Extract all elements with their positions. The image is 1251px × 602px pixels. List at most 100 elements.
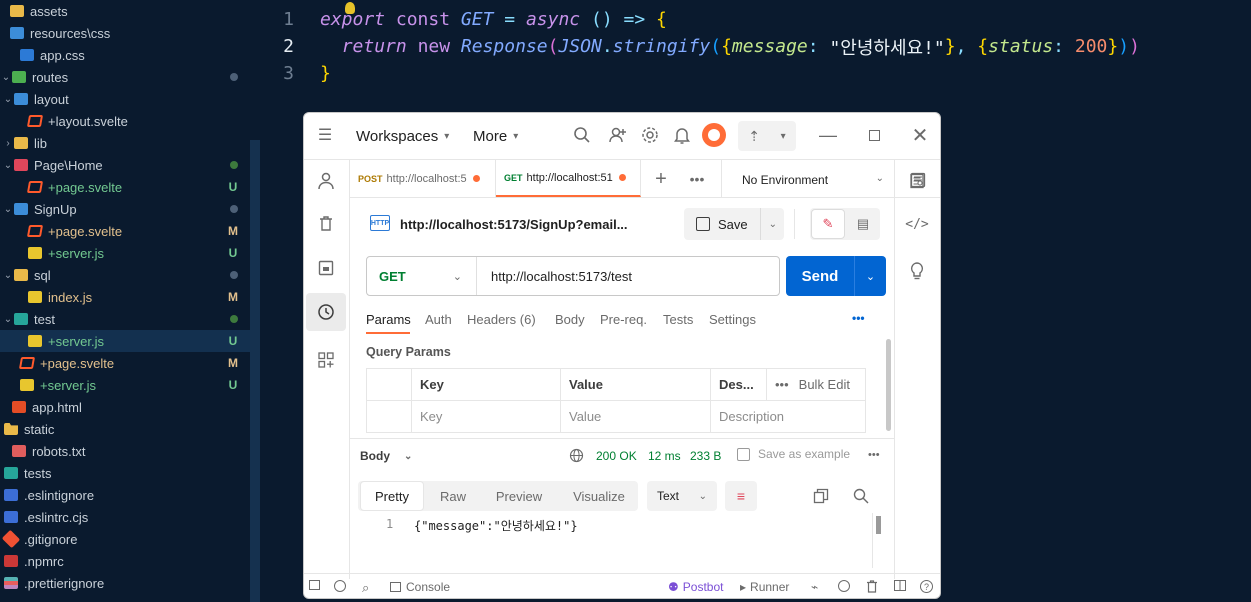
environment-selector[interactable]: No Environment ⌄: [742, 173, 884, 187]
param-description-input[interactable]: Description: [710, 400, 866, 433]
environment-quick-look-icon[interactable]: [908, 170, 928, 190]
tree-item-static[interactable]: static: [0, 418, 250, 440]
tab-body[interactable]: Body: [555, 312, 585, 327]
console-button[interactable]: Console: [390, 580, 450, 594]
menu-icon[interactable]: ☰: [316, 125, 334, 145]
user-icon[interactable]: [315, 170, 337, 192]
help-icon[interactable]: ?: [920, 580, 933, 593]
tree-item-test[interactable]: ⌄ test: [0, 308, 250, 330]
trash-icon[interactable]: [866, 580, 878, 593]
avatar[interactable]: [702, 123, 726, 147]
upgrade-button[interactable]: ⇡ ▾: [738, 121, 796, 151]
tab-prerequest[interactable]: Pre-req.: [600, 312, 647, 327]
response-status[interactable]: 200 OK: [596, 449, 637, 463]
url-input[interactable]: http://localhost:5173/test: [491, 269, 632, 284]
invite-user-icon[interactable]: [608, 125, 628, 145]
response-scrollbar[interactable]: [876, 516, 881, 534]
bulk-edit-button[interactable]: ••• Bulk Edit: [766, 368, 866, 401]
tree-item-eslintrc[interactable]: .eslintrc.cjs: [0, 506, 250, 528]
tab-post-request[interactable]: POST http://localhost:5: [350, 160, 496, 197]
online-status-icon[interactable]: [334, 580, 346, 592]
tree-item-layout-svelte[interactable]: +layout.svelte: [0, 110, 250, 132]
tree-item-layout[interactable]: ⌄ layout: [0, 88, 250, 110]
tree-item-server-js[interactable]: +server.js U: [0, 242, 250, 264]
tab-headers[interactable]: Headers (6): [467, 312, 536, 327]
cookies-icon[interactable]: [838, 580, 850, 592]
sidebar-toggle-icon[interactable]: [309, 580, 320, 590]
request-pane-scrollbar[interactable]: [886, 339, 891, 431]
bell-icon[interactable]: [672, 125, 692, 145]
tree-item-signup[interactable]: ⌄ SignUp: [0, 198, 250, 220]
tree-item-index-js[interactable]: index.js M: [0, 286, 250, 308]
tab-auth[interactable]: Auth: [425, 312, 452, 327]
tree-item-page-home[interactable]: ⌄ Page\Home: [0, 154, 250, 176]
runner-button[interactable]: ▸ Runner: [740, 580, 789, 594]
tab-get-request[interactable]: GET http://localhost:51: [496, 160, 641, 197]
postbot-button[interactable]: ⚉ Postbot: [668, 580, 723, 594]
tab-params[interactable]: Params: [366, 312, 411, 327]
save-as-example-button[interactable]: Save as example: [737, 447, 850, 461]
search-icon[interactable]: [853, 488, 869, 504]
tree-item-gitignore[interactable]: .gitignore: [0, 528, 250, 550]
tab-visualize[interactable]: Visualize: [562, 481, 636, 511]
tree-item-robots-txt[interactable]: robots.txt: [0, 440, 250, 462]
lightbulb-icon[interactable]: [345, 2, 355, 14]
tree-item-assets[interactable]: assets: [0, 0, 250, 22]
trash-icon[interactable]: [315, 213, 337, 235]
explorer-scrollbar[interactable]: [250, 140, 260, 602]
find-replace-icon[interactable]: ⌕: [362, 580, 369, 596]
more-options-icon[interactable]: •••: [868, 449, 880, 461]
history-icon[interactable]: [315, 301, 337, 323]
lightbulb-icon[interactable]: [906, 260, 928, 282]
close-icon[interactable]: ✕: [910, 125, 930, 147]
method-select[interactable]: GET ⌄: [367, 257, 477, 295]
response-time[interactable]: 12 ms: [648, 449, 681, 463]
tree-item-page-svelte[interactable]: +page.svelte M: [0, 352, 250, 374]
request-name[interactable]: http://localhost:5173/SignUp?email...: [400, 217, 628, 232]
environment-icon[interactable]: [315, 257, 337, 279]
globe-icon[interactable]: [569, 448, 584, 463]
tab-settings[interactable]: Settings: [709, 312, 756, 327]
minimize-icon[interactable]: —: [818, 125, 838, 145]
tree-item-prettierignore[interactable]: .prettierignore: [0, 572, 250, 594]
settings-gear-icon[interactable]: [640, 125, 660, 145]
tree-item-page-svelte[interactable]: +page.svelte U: [0, 176, 250, 198]
send-button[interactable]: Send ⌄: [786, 256, 886, 296]
copy-icon[interactable]: [813, 488, 829, 504]
tree-item-resources-css[interactable]: resources\css: [0, 22, 250, 44]
param-key-input[interactable]: Key: [411, 400, 561, 433]
search-icon[interactable]: [572, 125, 592, 145]
response-body-text[interactable]: {"message":"안녕하세요!"}: [414, 517, 578, 534]
workspaces-menu[interactable]: Workspaces ▾: [356, 128, 449, 145]
tree-item-server-js[interactable]: +server.js U: [0, 374, 250, 396]
tree-item-app-html[interactable]: app.html: [0, 396, 250, 418]
more-options-icon[interactable]: •••: [852, 311, 865, 325]
edit-pencil-icon[interactable]: ✎: [811, 209, 845, 239]
param-value-input[interactable]: Value: [560, 400, 711, 433]
response-format-select[interactable]: Text ⌄: [647, 481, 717, 511]
capture-icon[interactable]: ⌁: [811, 580, 818, 594]
tree-item-eslintignore[interactable]: .eslintignore: [0, 484, 250, 506]
tab-preview[interactable]: Preview: [486, 481, 552, 511]
tree-item-tests[interactable]: tests: [0, 462, 250, 484]
tree-item-sql[interactable]: ⌄ sql: [0, 264, 250, 286]
save-button[interactable]: Save ⌄: [684, 208, 784, 240]
tree-item-npmrc[interactable]: .npmrc: [0, 550, 250, 572]
response-size[interactable]: 233 B: [690, 449, 721, 463]
tree-item-page-svelte[interactable]: +page.svelte M: [0, 220, 250, 242]
new-tab-plus-icon[interactable]: +: [651, 168, 671, 190]
tree-item-app-css[interactable]: app.css: [0, 44, 250, 66]
two-pane-icon[interactable]: [894, 580, 906, 591]
tree-item-lib[interactable]: › lib: [0, 132, 250, 154]
tree-item-server-js-selected[interactable]: +server.js U: [0, 330, 250, 352]
tab-tests[interactable]: Tests: [663, 312, 693, 327]
more-menu[interactable]: More ▾: [473, 128, 518, 145]
tab-pretty[interactable]: Pretty: [360, 481, 424, 511]
code-snippet-icon[interactable]: </>: [905, 213, 928, 235]
tree-item-routes[interactable]: ⌄ routes: [0, 66, 250, 88]
apps-grid-icon[interactable]: [315, 349, 337, 371]
more-tabs-icon[interactable]: •••: [687, 169, 707, 189]
tab-raw[interactable]: Raw: [424, 481, 482, 511]
response-body-selector[interactable]: Body ⌄: [360, 449, 412, 463]
maximize-icon[interactable]: [864, 125, 884, 145]
